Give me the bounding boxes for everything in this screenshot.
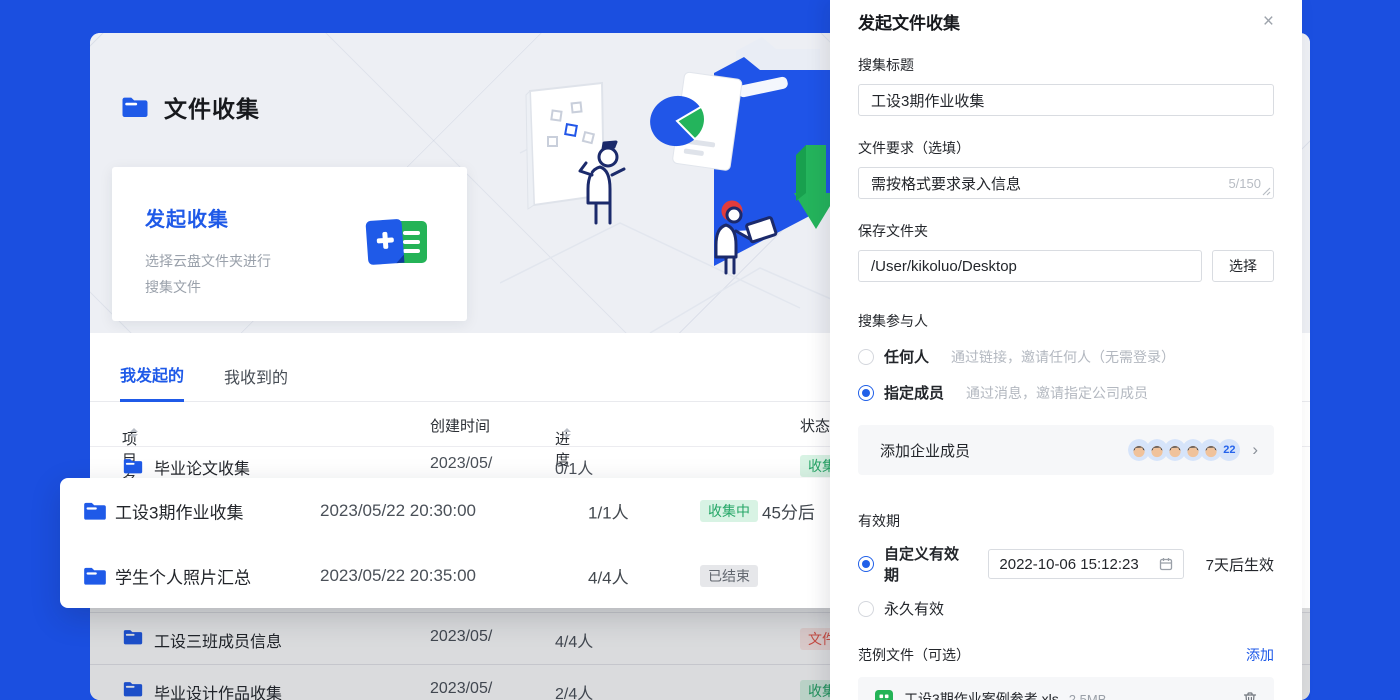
calendar-icon[interactable] [1159, 557, 1173, 571]
sort-icon[interactable] [130, 428, 138, 438]
radio-label: 任何人 [884, 346, 929, 367]
radio-description: 通过链接，邀请任何人（无需登录） [951, 347, 1175, 367]
tab-received-by-me[interactable]: 我收到的 [224, 364, 288, 401]
radio-selected[interactable] [858, 385, 874, 401]
popup-row[interactable]: 工设3期作业收集 2023/05/22 20:30:00 1/1人 收集中 45… [60, 478, 850, 543]
validity-option-custom[interactable]: 自定义有效期 2022-10-06 15:12:23 7天后生效 [858, 543, 1274, 585]
banner-header: 文件收集 [120, 90, 260, 124]
save-folder-label: 保存文件夹 [858, 221, 1274, 241]
validity-note: 7天后生效 [1206, 554, 1274, 575]
tab-initiated-by-me[interactable]: 我发起的 [120, 362, 184, 402]
start-card-desc-line1: 选择云盘文件夹进行 [145, 253, 271, 269]
trash-icon[interactable] [1242, 691, 1258, 700]
participant-option-members[interactable]: 指定成员 通过消息，邀请指定公司成员 [858, 382, 1274, 403]
status-badge: 已结束 [700, 565, 758, 587]
stage: 文件收集 [0, 0, 1400, 700]
radio-unselected[interactable] [858, 601, 874, 617]
row-name: 学生个人照片汇总 [115, 563, 251, 588]
folder-icon [120, 92, 150, 122]
row-progress: 4/4人 [588, 563, 629, 588]
member-count-badge: 22 [1218, 439, 1240, 461]
member-avatars: 22 [1128, 439, 1240, 461]
row-name: 毕业论文收集 [154, 455, 250, 479]
collection-title-label: 搜集标题 [858, 55, 1274, 75]
expiry-date-value: 2022-10-06 15:12:23 [999, 556, 1158, 573]
file-requirement-value: 需按格式要求录入信息 [871, 173, 1021, 194]
sample-files-label: 范例文件（可选） [858, 645, 970, 665]
spreadsheet-file-icon [874, 689, 894, 700]
radio-unselected[interactable] [858, 349, 874, 365]
status-badge: 收集中 [700, 500, 758, 522]
participants-label: 搜集参与人 [858, 311, 1274, 331]
folder-icon [82, 563, 108, 589]
add-members-label: 添加企业成员 [880, 440, 1128, 461]
column-status[interactable]: 状态 [800, 415, 830, 436]
panel-title: 发起文件收集 [858, 9, 960, 34]
validity-option-permanent[interactable]: 永久有效 [858, 598, 1274, 619]
column-created-time[interactable]: 创建时间 [430, 415, 490, 436]
chevron-right-icon[interactable]: › [1252, 440, 1258, 460]
radio-label: 永久有效 [884, 598, 944, 619]
sample-file-size: 2.5MB [1069, 692, 1107, 700]
radio-description: 通过消息，邀请指定公司成员 [966, 383, 1148, 403]
sample-file-item[interactable]: 工设3期作业案例参考.xls 2.5MB [858, 677, 1274, 700]
collection-title-input[interactable] [858, 84, 1274, 116]
add-members-row[interactable]: 添加企业成员 22 › [858, 425, 1274, 475]
page-title: 文件收集 [164, 90, 260, 124]
collect-files-icon [365, 215, 431, 273]
sample-file-name: 工设3期作业案例参考.xls [904, 689, 1059, 700]
row-date: 2023/05/ [430, 455, 492, 473]
radio-label: 指定成员 [884, 382, 944, 403]
row-progress: 1/1人 [588, 498, 629, 523]
folder-icon [82, 498, 108, 524]
add-sample-link[interactable]: 添加 [1246, 645, 1274, 665]
banner-illustration [500, 33, 840, 333]
validity-label: 有效期 [858, 511, 1274, 531]
choose-folder-button[interactable]: 选择 [1212, 250, 1274, 282]
save-folder-input[interactable] [858, 250, 1202, 282]
radio-selected[interactable] [858, 556, 874, 572]
highlighted-rows-card: 工设3期作业收集 2023/05/22 20:30:00 1/1人 收集中 45… [60, 478, 850, 608]
radio-label: 自定义有效期 [884, 543, 964, 585]
start-card-desc-line2: 搜集文件 [145, 279, 201, 295]
row-date: 2023/05/22 20:30:00 [320, 501, 476, 521]
folder-icon [122, 455, 144, 477]
row-date: 2023/05/22 20:35:00 [320, 566, 476, 586]
popup-row[interactable]: 学生个人照片汇总 2023/05/22 20:35:00 4/4人 已结束 [60, 543, 850, 608]
row-time-note: 45分后 [762, 498, 815, 523]
sort-icon[interactable] [563, 428, 571, 438]
close-icon[interactable]: × [1263, 12, 1274, 31]
file-requirement-label: 文件要求（选填） [858, 138, 1274, 158]
file-requirement-textarea[interactable]: 需按格式要求录入信息 5/150 [858, 167, 1274, 199]
char-counter: 5/150 [1228, 176, 1261, 191]
expiry-date-input[interactable]: 2022-10-06 15:12:23 [988, 549, 1183, 579]
participant-option-anyone[interactable]: 任何人 通过链接，邀请任何人（无需登录） [858, 346, 1274, 367]
row-name: 工设3期作业收集 [115, 498, 243, 523]
row-progress: 0/1人 [555, 455, 593, 479]
initiate-collection-panel: 发起文件收集 × 搜集标题 文件要求（选填） 需按格式要求录入信息 5/150 … [830, 0, 1302, 700]
start-collection-card[interactable]: 发起收集 选择云盘文件夹进行 搜集文件 [112, 167, 467, 321]
resize-grip-icon[interactable] [1262, 187, 1271, 196]
